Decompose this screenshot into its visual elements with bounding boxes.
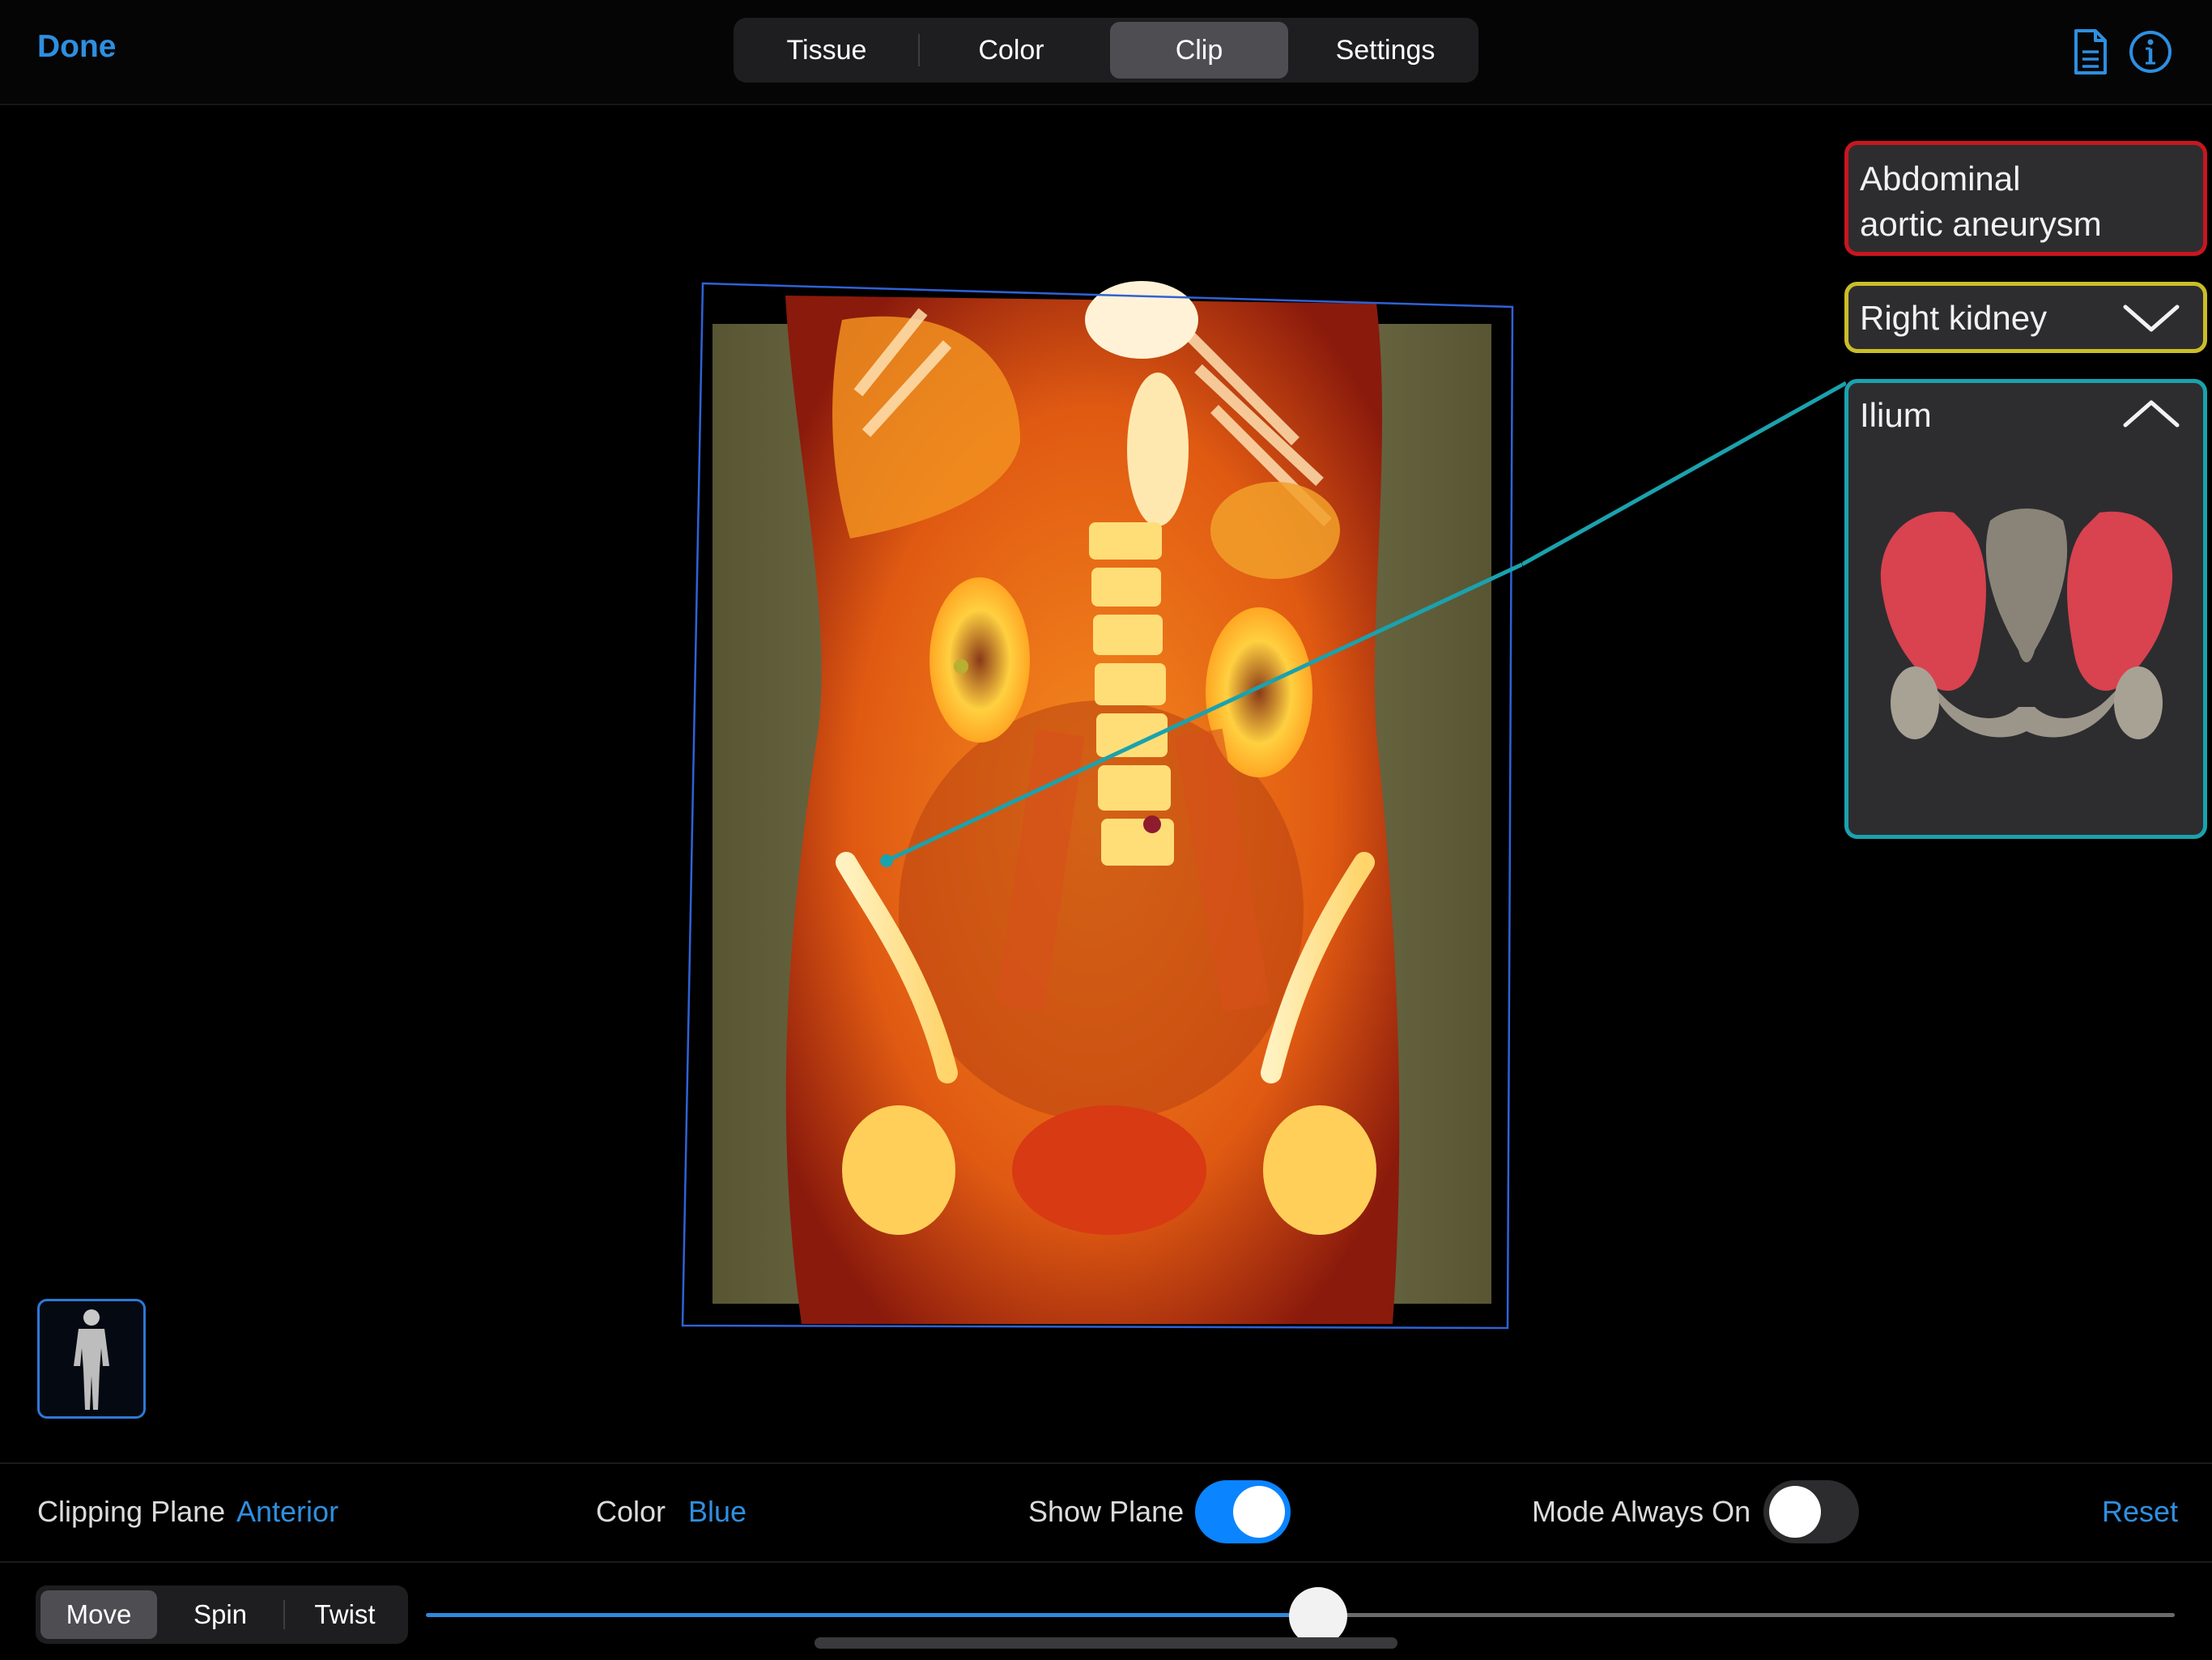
chevron-down-icon[interactable] — [2122, 302, 2180, 334]
tab-divider — [918, 34, 920, 66]
label-ilium[interactable]: Ilium — [1844, 379, 2207, 839]
bladder-region — [1012, 1105, 1206, 1235]
pelvis-hip-right — [2114, 666, 2163, 739]
slider-track-empty — [1318, 1613, 2175, 1617]
info-icon[interactable] — [2126, 26, 2175, 78]
clip-depth-slider[interactable] — [426, 1586, 2175, 1645]
pelvis-illustration — [1880, 509, 2173, 739]
show-plane-toggle[interactable] — [1195, 1480, 1291, 1543]
label-kidney-text: Right kidney — [1860, 299, 2048, 337]
pelvis-ilium-left — [1880, 511, 1986, 691]
spleen-region — [1210, 482, 1340, 579]
mode-always-on-toggle[interactable] — [1763, 1480, 1859, 1543]
reset-button[interactable]: Reset — [2102, 1495, 2178, 1529]
document-icon[interactable] — [2066, 26, 2115, 78]
human-figure-icon — [74, 1309, 109, 1410]
right-kidney-region — [929, 577, 1030, 743]
toggle-knob — [1769, 1486, 1821, 1538]
pelvis-sacrum — [1985, 509, 2068, 662]
label-aorta-line1: Abdominal — [1860, 160, 2021, 198]
toggle-knob — [1233, 1486, 1285, 1538]
heart-base — [1085, 281, 1198, 359]
tab-settings[interactable]: Settings — [1296, 22, 1474, 79]
pelvis-pubis — [1929, 683, 2124, 738]
kidney-marker[interactable] — [954, 659, 968, 674]
clipping-plane-label: Clipping Plane — [37, 1495, 226, 1528]
pelvis-hip-left — [1891, 666, 1939, 739]
color-value[interactable]: Blue — [688, 1495, 747, 1529]
left-hip — [1263, 1105, 1376, 1235]
tab-twist[interactable]: Twist — [287, 1590, 403, 1639]
top-bar: Done Tissue Color Clip Settings — [0, 0, 2212, 105]
done-button[interactable]: Done — [37, 29, 117, 65]
show-plane-label: Show Plane — [1028, 1495, 1185, 1528]
mode-always-on-label: Mode Always On — [1532, 1495, 1751, 1528]
tab-spin[interactable]: Spin — [162, 1590, 279, 1639]
tab-move[interactable]: Move — [40, 1590, 157, 1639]
label-aorta-line2: aortic aneurysm — [1860, 205, 2102, 243]
manipulation-mode-tabs: Move Spin Twist — [36, 1586, 408, 1644]
mode-tabs: Tissue Color Clip Settings — [734, 18, 1478, 83]
clip-controls-panel: Clipping Plane Anterior Color Blue Show … — [0, 1462, 2212, 1660]
ilium-leader-line-ext — [1522, 381, 1846, 567]
color-label: Color — [596, 1495, 666, 1528]
body-orientation-thumbnail[interactable] — [37, 1299, 146, 1419]
slider-track-filled — [426, 1613, 1318, 1617]
tab-color[interactable]: Color — [922, 22, 1100, 79]
aorta-region — [1127, 372, 1189, 526]
label-right-kidney[interactable]: Right kidney — [1844, 282, 2207, 353]
tab-divider — [283, 1600, 285, 1629]
label-ilium-text: Ilium — [1860, 396, 1932, 434]
ct-scan-viewer[interactable] — [680, 279, 1522, 1332]
right-hip — [842, 1105, 955, 1235]
pelvis-ilium-right — [2067, 511, 2173, 691]
tab-tissue[interactable]: Tissue — [738, 22, 916, 79]
clipping-plane-value[interactable]: Anterior — [236, 1495, 338, 1529]
tab-clip[interactable]: Clip — [1110, 22, 1288, 79]
label-abdominal-aortic-aneurysm[interactable]: Abdominal aortic aneurysm — [1844, 141, 2207, 256]
clip-options-row: Clipping Plane Anterior Color Blue Show … — [0, 1464, 2212, 1563]
aorta-marker[interactable] — [1143, 815, 1161, 833]
chevron-up-icon[interactable] — [2122, 398, 2180, 430]
home-indicator — [815, 1637, 1397, 1649]
